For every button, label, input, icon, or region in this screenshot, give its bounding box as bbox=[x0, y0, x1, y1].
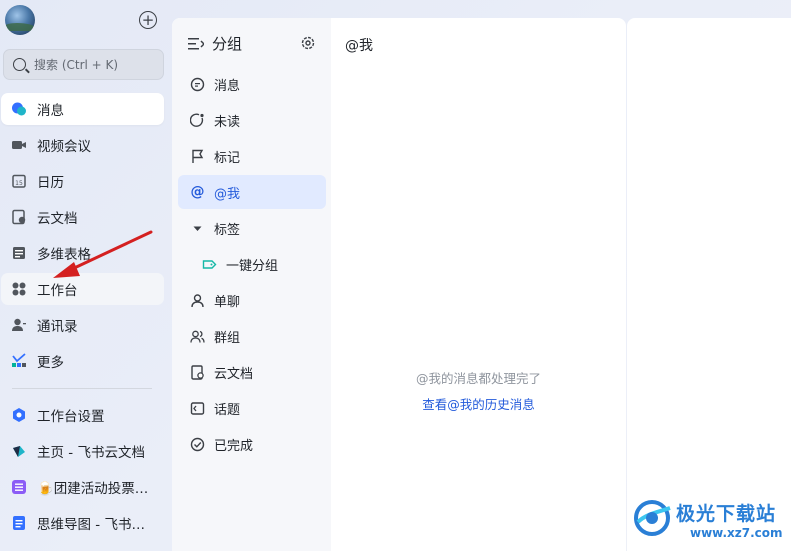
group-item-label: 群组 bbox=[214, 330, 241, 346]
settings-gear-icon bbox=[11, 407, 27, 423]
sidebar-item-base[interactable]: 多维表格 bbox=[1, 237, 164, 269]
feishu-docs-icon bbox=[11, 443, 27, 459]
group-item-mentions[interactable]: @ @我 bbox=[178, 175, 326, 209]
group-item-flagged[interactable]: 标记 bbox=[178, 139, 326, 173]
group-item-label: 标签 bbox=[214, 222, 241, 238]
history-link[interactable]: 查看@我的历史消息 bbox=[331, 394, 626, 413]
group-item-label: 话题 bbox=[214, 402, 241, 418]
group-item-label: 消息 bbox=[214, 78, 241, 94]
sidebar-item-contacts[interactable]: 通讯录 bbox=[1, 309, 164, 341]
sidebar-item-label: 主页 - 飞书云文档 bbox=[37, 445, 145, 461]
group-item-label: 单聊 bbox=[214, 294, 241, 310]
detail-panel bbox=[627, 18, 791, 551]
sidebar-item-label: 日历 bbox=[37, 175, 64, 191]
groups-header: 分组 bbox=[188, 33, 242, 54]
group-item-groups[interactable]: 群组 bbox=[178, 319, 326, 353]
sidebar-item-team-vote[interactable]: 🍺团建活动投票… bbox=[1, 471, 164, 503]
group-item-one-click-group[interactable]: 一键分组 bbox=[178, 247, 326, 281]
plus-icon: + bbox=[141, 10, 155, 29]
create-button[interactable]: + bbox=[139, 11, 157, 29]
base-table-icon bbox=[11, 245, 27, 261]
groups-title: 分组 bbox=[212, 35, 243, 53]
sidebar-item-label: 云文档 bbox=[37, 211, 78, 227]
group-item-label: 未读 bbox=[214, 114, 241, 130]
doc-icon bbox=[190, 364, 205, 380]
cloud-doc-icon bbox=[11, 209, 27, 225]
user-avatar[interactable] bbox=[5, 5, 35, 35]
watermark-name: 极光下载站 bbox=[676, 503, 777, 525]
person-icon bbox=[190, 293, 205, 308]
group-item-label: 已完成 bbox=[214, 438, 254, 454]
sidebar-item-label: 通讯录 bbox=[37, 319, 78, 335]
unread-icon bbox=[190, 113, 205, 128]
group-item-messages[interactable]: 消息 bbox=[178, 67, 326, 101]
sidebar-item-label: 工作台 bbox=[37, 283, 78, 299]
group-list: 分组 消息 未读 标记 @ @我 标签 一键分组 单聊 群组 云文档 话题 已完… bbox=[172, 18, 331, 551]
sidebar-item-workplace-settings[interactable]: 工作台设置 bbox=[1, 399, 164, 431]
search-placeholder: 搜索 (Ctrl + K) bbox=[34, 58, 119, 72]
watermark-url: www.xz7.com bbox=[690, 526, 783, 540]
sidebar-item-workplace[interactable]: 工作台 bbox=[1, 273, 164, 305]
sidebar-item-calendar[interactable]: 15 日历 bbox=[1, 165, 164, 197]
group-item-label: 一键分组 bbox=[226, 258, 279, 274]
document-icon bbox=[11, 515, 27, 531]
sidebar-item-video-meeting[interactable]: 视频会议 bbox=[1, 129, 164, 161]
group-item-single-chat[interactable]: 单聊 bbox=[178, 283, 326, 317]
sidebar-item-cloud-docs[interactable]: 云文档 bbox=[1, 201, 164, 233]
check-circle-icon bbox=[190, 437, 205, 452]
sidebar-divider bbox=[12, 388, 152, 389]
watermark-logo bbox=[632, 498, 672, 538]
tag-icon bbox=[202, 257, 217, 272]
group-item-label: 云文档 bbox=[214, 366, 254, 382]
page-title: @我 bbox=[345, 38, 373, 54]
group-item-label: 标记 bbox=[214, 150, 241, 166]
group-item-topics[interactable]: 话题 bbox=[178, 391, 326, 425]
chat-bubble-icon bbox=[190, 77, 205, 92]
collapse-menu-icon[interactable] bbox=[188, 37, 206, 51]
sidebar-item-feishu-docs-home[interactable]: 主页 - 飞书云文档 bbox=[1, 435, 164, 467]
search-input[interactable]: 搜索 (Ctrl + K) bbox=[3, 49, 164, 80]
svg-text:15: 15 bbox=[15, 180, 23, 187]
flag-icon bbox=[190, 149, 205, 164]
bitable-icon bbox=[11, 479, 27, 495]
contacts-icon bbox=[11, 317, 27, 333]
sidebar-item-more[interactable]: 更多 bbox=[1, 345, 164, 377]
video-camera-icon bbox=[11, 137, 27, 153]
gear-icon[interactable] bbox=[300, 35, 316, 51]
group-item-done[interactable]: 已完成 bbox=[178, 427, 326, 461]
caret-down-icon bbox=[190, 221, 205, 236]
group-item-unread[interactable]: 未读 bbox=[178, 103, 326, 137]
topic-icon bbox=[190, 401, 205, 416]
sidebar-item-messages[interactable]: 消息 bbox=[1, 93, 164, 125]
sidebar-item-label: 思维导图 - 飞书… bbox=[37, 517, 145, 533]
left-sidebar: + 搜索 (Ctrl + K) 消息 视频会议 15 日历 云文档 多维表格 工… bbox=[0, 0, 172, 551]
sidebar-item-label: 更多 bbox=[37, 355, 64, 371]
messages-panel: 分组 消息 未读 标记 @ @我 标签 一键分组 单聊 群组 云文档 话题 已完… bbox=[172, 18, 626, 551]
group-item-label: @我 bbox=[214, 186, 241, 202]
group-item-tags[interactable]: 标签 bbox=[178, 211, 326, 245]
group-item-cloud-docs[interactable]: 云文档 bbox=[178, 355, 326, 389]
at-sign-icon: @ bbox=[190, 184, 205, 200]
message-bubble-icon bbox=[11, 101, 27, 117]
sidebar-item-label: 🍺团建活动投票… bbox=[37, 481, 149, 497]
sidebar-item-label: 多维表格 bbox=[37, 247, 91, 263]
search-icon bbox=[13, 58, 26, 71]
sidebar-item-label: 视频会议 bbox=[37, 139, 91, 155]
more-apps-icon bbox=[11, 353, 27, 369]
sidebar-item-label: 消息 bbox=[37, 103, 64, 119]
workplace-grid-icon bbox=[11, 281, 27, 297]
empty-state-message: @我的消息都处理完了 bbox=[415, 371, 541, 386]
group-people-icon bbox=[190, 329, 205, 344]
sidebar-item-label: 工作台设置 bbox=[37, 409, 105, 425]
sidebar-item-mindmap[interactable]: 思维导图 - 飞书… bbox=[1, 507, 164, 539]
calendar-icon: 15 bbox=[11, 173, 27, 189]
